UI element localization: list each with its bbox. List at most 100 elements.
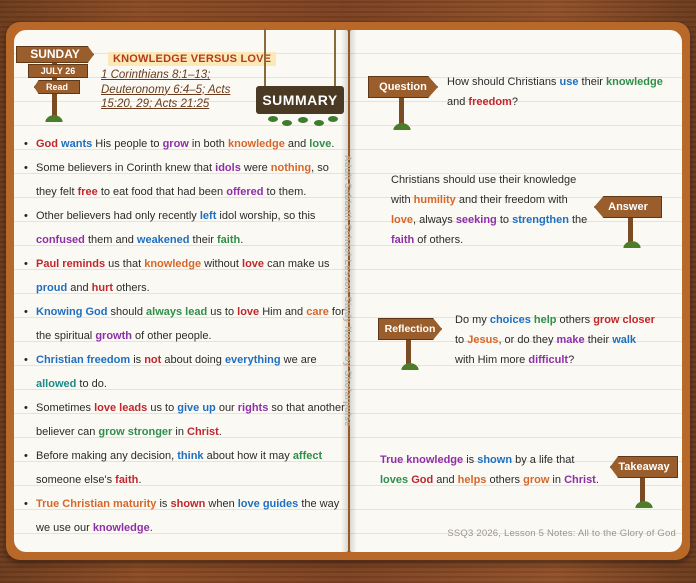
grass-icon: [622, 240, 642, 248]
highlighted-keyword: rights: [237, 402, 269, 414]
text-segment: to: [455, 334, 468, 346]
scripture-references[interactable]: 1 Corinthians 8:1–13; Deuteronomy 6:4–5;…: [101, 68, 251, 112]
text-segment: without: [201, 258, 243, 270]
highlighted-keyword: faith: [217, 234, 241, 246]
highlighted-keyword: True knowledge: [380, 454, 464, 466]
highlighted-keyword: loves: [380, 474, 409, 486]
text-segment: Him and: [259, 306, 307, 318]
rope-right: [334, 28, 336, 88]
takeaway-text: True knowledge is shown by a life that l…: [380, 450, 605, 490]
question-signpost: Question: [368, 72, 440, 132]
grass-icon: [400, 362, 420, 370]
takeaway-label: Takeaway: [610, 456, 678, 478]
highlighted-keyword: love: [391, 214, 414, 226]
bullet-item: God wants His people to grow in both kno…: [24, 132, 348, 156]
text-segment: the: [568, 214, 588, 226]
highlighted-keyword: freedom: [468, 96, 512, 108]
grass-icon: [634, 500, 654, 508]
highlighted-keyword: knowledge: [144, 258, 202, 270]
highlighted-keyword: growth: [95, 330, 132, 342]
grass-icon: [392, 122, 412, 130]
text-segment: others.: [113, 282, 150, 294]
text-segment: their: [189, 234, 217, 246]
highlighted-keyword: helps: [457, 474, 487, 486]
text-segment: us to: [147, 402, 178, 414]
text-segment: their: [584, 334, 613, 346]
text-segment: someone else's: [36, 474, 116, 486]
summary-label: SUMMARY: [256, 86, 344, 114]
highlighted-keyword: free: [77, 186, 98, 198]
highlighted-keyword: Paul reminds: [36, 258, 106, 270]
highlighted-keyword: use: [559, 76, 579, 88]
highlighted-keyword: love: [309, 138, 332, 150]
bullet-item: Other believers had only recently left i…: [24, 204, 348, 252]
text-segment: of others.: [414, 234, 464, 246]
highlighted-keyword: grow stronger: [98, 426, 173, 438]
bullet-item: Paul reminds us that knowledge without l…: [24, 252, 348, 300]
text-segment: .: [138, 474, 142, 486]
text-segment: and: [67, 282, 92, 294]
highlighted-keyword: Jesus: [467, 334, 499, 346]
text-segment: Do my: [455, 314, 490, 326]
highlighted-keyword: hurt: [91, 282, 114, 294]
highlighted-keyword: make: [556, 334, 585, 346]
question-text: How should Christians use their knowledg…: [447, 72, 675, 112]
read-label: Read: [34, 80, 80, 94]
text-segment: others: [486, 474, 524, 486]
highlighted-keyword: God: [411, 474, 434, 486]
highlighted-keyword: walk: [612, 334, 637, 346]
highlighted-keyword: grow closer: [593, 314, 655, 326]
highlighted-keyword: weakened: [136, 234, 190, 246]
summary-sign: SUMMARY: [250, 28, 348, 128]
highlighted-keyword: nothing: [270, 162, 312, 174]
text-segment: .: [149, 522, 153, 534]
text-segment: Before making any decision,: [36, 450, 178, 462]
answer-label: Answer: [594, 196, 662, 218]
highlighted-keyword: choices: [489, 314, 531, 326]
text-segment: .: [240, 234, 244, 246]
highlighted-keyword: True Christian maturity: [36, 498, 157, 510]
text-segment: .: [595, 474, 599, 486]
bullet-item: Christian freedom is not about doing eve…: [24, 348, 348, 396]
highlighted-keyword: Christ: [564, 474, 596, 486]
text-segment: others: [556, 314, 594, 326]
text-segment: , or do they: [498, 334, 557, 346]
text-segment: , always: [413, 214, 456, 226]
highlighted-keyword: everything: [224, 354, 281, 366]
text-segment: their: [578, 76, 606, 88]
highlighted-keyword: Knowing God: [36, 306, 108, 318]
bullet-item: Before making any decision, think about …: [24, 444, 348, 492]
leaf-icon: [268, 116, 278, 122]
question-label: Question: [368, 76, 438, 98]
highlighted-keyword: humility: [413, 194, 456, 206]
takeaway-signpost: Takeaway: [610, 450, 682, 510]
leaf-icon: [328, 116, 338, 122]
highlighted-keyword: love leads: [94, 402, 148, 414]
text-segment: His people to: [95, 138, 163, 150]
summary-bullet-list: God wants His people to grow in both kno…: [24, 132, 348, 540]
text-segment: to eat food that had been: [97, 186, 227, 198]
leaf-icon: [314, 120, 324, 126]
highlighted-keyword: give up: [177, 402, 216, 414]
bullet-item: True Christian maturity is shown when lo…: [24, 492, 348, 540]
highlighted-keyword: think: [177, 450, 204, 462]
highlighted-keyword: care: [306, 306, 329, 318]
highlighted-keyword: grow: [162, 138, 189, 150]
highlighted-keyword: love guides: [237, 498, 299, 510]
highlighted-keyword: always lead: [146, 306, 208, 318]
reflection-label: Reflection: [378, 318, 442, 340]
text-segment: in: [549, 474, 565, 486]
highlighted-keyword: wants: [58, 138, 96, 150]
highlighted-keyword: proud: [36, 282, 68, 294]
text-segment: Other believers had only recently: [36, 210, 200, 222]
text-segment: to: [496, 214, 513, 226]
highlighted-keyword: faith: [115, 474, 139, 486]
answer-text: Christians should use their knowledge wi…: [391, 170, 591, 250]
highlighted-keyword: allowed: [36, 378, 77, 390]
text-segment: idol worship, so this: [216, 210, 316, 222]
text-segment: we are: [280, 354, 317, 366]
reflection-signpost: Reflection: [378, 312, 450, 372]
highlighted-keyword: shown: [477, 454, 513, 466]
day-signpost: SUNDAY JULY 26 Read: [14, 44, 100, 124]
highlighted-keyword: seeking: [455, 214, 497, 226]
